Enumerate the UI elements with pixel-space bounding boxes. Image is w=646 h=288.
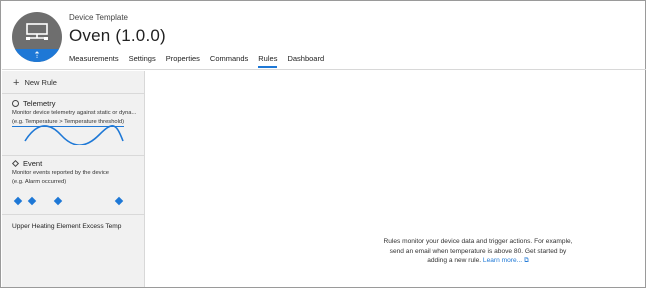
empty-state-line-3: adding a new rule. Learn more... ⧉ (378, 256, 578, 266)
page-header: ⇡ Device Template Oven (1.0.0) Measureme… (2, 2, 646, 70)
device-avatar: ⇡ (12, 12, 62, 62)
rule-list-item[interactable]: Upper Heating Element Excess Temp (12, 223, 121, 230)
telemetry-title: Telemetry (12, 99, 56, 108)
telemetry-title-label: Telemetry (23, 99, 56, 108)
event-description: Monitor events reported by the device (12, 170, 109, 176)
template-label: Device Template (69, 13, 128, 22)
event-example: (e.g. Alarm occurred) (12, 179, 67, 185)
avatar-badge: ⇡ (12, 49, 62, 62)
event-rule-card[interactable]: Event Monitor events reported by the dev… (2, 156, 144, 213)
new-rule-button[interactable]: + New Rule (13, 76, 57, 89)
telemetry-wave-icon (24, 125, 124, 145)
event-marker-icon (13, 196, 23, 206)
rules-sidebar: + New Rule Telemetry Monitor device tele… (2, 71, 145, 287)
diamond-icon (11, 159, 20, 168)
rules-main-panel: Rules monitor your device data and trigg… (146, 71, 646, 287)
page-title: Oven (1.0.0) (69, 26, 166, 45)
tab-rules[interactable]: Rules (258, 54, 278, 68)
telemetry-rule-card[interactable]: Telemetry Monitor device telemetry again… (2, 95, 144, 155)
tab-bar: Measurements Settings Properties Command… (69, 54, 324, 68)
tab-settings[interactable]: Settings (129, 54, 156, 68)
tab-dashboard[interactable]: Dashboard (287, 54, 324, 68)
telemetry-description: Monitor device telemetry against static … (12, 110, 137, 116)
empty-state-line-text: adding a new rule. (427, 257, 482, 264)
tab-properties[interactable]: Properties (166, 54, 200, 68)
event-markers (2, 196, 145, 206)
divider (2, 93, 144, 94)
device-monitor-icon (26, 23, 48, 40)
tab-measurements[interactable]: Measurements (69, 54, 119, 68)
new-rule-label: New Rule (24, 78, 57, 87)
empty-state-line: send an email when temperature is above … (389, 247, 567, 255)
event-title: Event (11, 159, 43, 168)
tab-commands[interactable]: Commands (210, 54, 248, 68)
circle-icon (12, 100, 19, 107)
upload-arrow-icon: ⇡ (33, 50, 41, 60)
plus-icon: + (13, 76, 20, 89)
event-marker-icon (27, 196, 37, 206)
empty-state-line: Rules monitor your device data and trigg… (383, 238, 573, 245)
divider (2, 214, 144, 215)
external-link-icon: ⧉ (524, 257, 529, 264)
learn-more-link[interactable]: Learn more... (483, 257, 522, 264)
event-marker-icon (114, 196, 124, 206)
event-marker-icon (53, 196, 63, 206)
event-title-label: Event (23, 159, 43, 168)
empty-state-message: Rules monitor your device data and trigg… (378, 237, 578, 266)
app-frame: ⇡ Device Template Oven (1.0.0) Measureme… (0, 0, 646, 288)
